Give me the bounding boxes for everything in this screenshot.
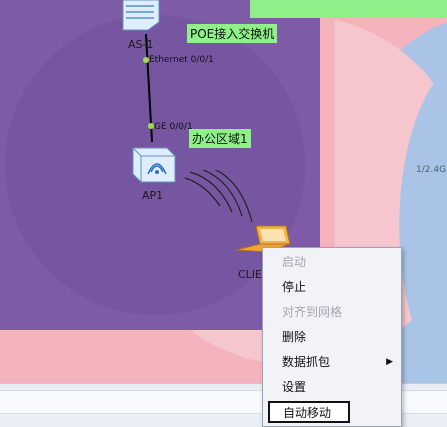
- switch-note[interactable]: POE接入交换机: [187, 24, 278, 43]
- switch-port-label: Ethernet 0/0/1: [149, 55, 214, 65]
- menu-item-settings[interactable]: 设置: [263, 376, 401, 399]
- access-point-icon[interactable]: [131, 142, 177, 186]
- menu-item-align-to-grid[interactable]: 对齐到网格: [263, 301, 401, 324]
- context-menu: 启动 停止 对齐到网格 删除 数据抓包 ▶ 设置 自动移动: [262, 247, 402, 427]
- menu-item-packet-capture-label: 数据抓包: [282, 355, 331, 369]
- ap-port-label: GE 0/0/1: [154, 122, 193, 132]
- menu-item-stop[interactable]: 停止: [263, 276, 401, 299]
- ap-note[interactable]: 办公区域1: [189, 129, 251, 148]
- client-label: CLIE: [238, 268, 263, 281]
- menu-item-delete[interactable]: 删除: [263, 326, 401, 349]
- menu-item-start[interactable]: 启动: [263, 251, 401, 274]
- menu-item-packet-capture[interactable]: 数据抓包 ▶: [263, 351, 401, 374]
- topology-canvas[interactable]: 1/2.4G AS-1 Ethernet 0/0/1 POE接入交换机 AP1 …: [0, 0, 447, 427]
- menu-item-auto-move[interactable]: 自动移动: [268, 401, 350, 423]
- ap-label: AP1: [142, 189, 164, 202]
- switch-label: AS-1: [128, 38, 154, 51]
- chevron-right-icon: ▶: [386, 357, 393, 367]
- switch-icon[interactable]: [120, 0, 162, 34]
